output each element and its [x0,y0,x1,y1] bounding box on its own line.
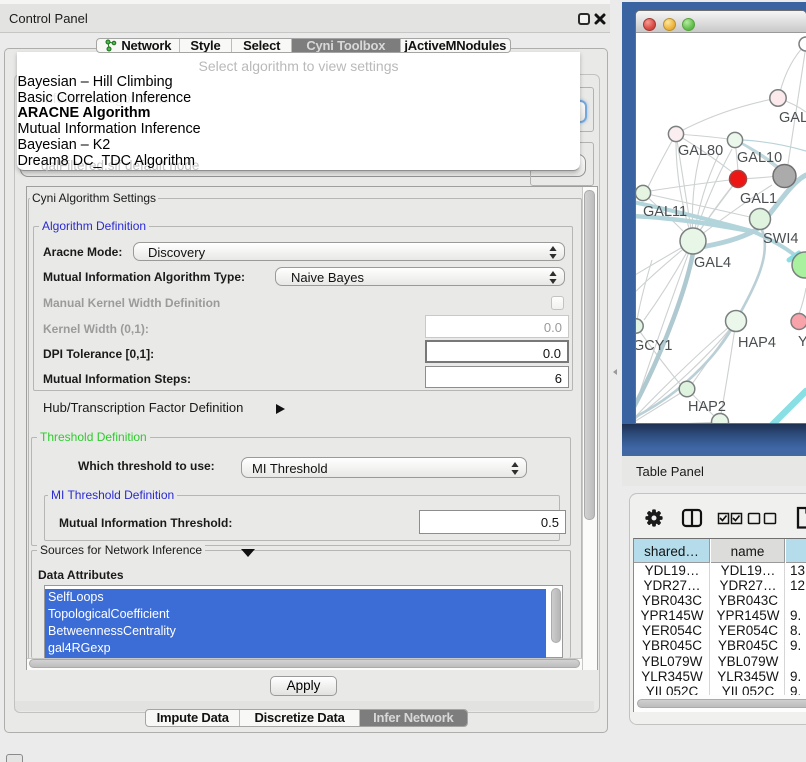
svg-text:HAP4: HAP4 [738,335,776,351]
svg-text:HAP2: HAP2 [688,399,726,415]
svg-text:Y: Y [798,334,806,350]
svg-text:GAL80: GAL80 [678,143,723,159]
svg-text:SWI4: SWI4 [763,231,798,247]
svg-text:GAL11: GAL11 [643,204,687,220]
svg-text:GAL10: GAL10 [737,150,782,166]
svg-text:GCY1: GCY1 [636,338,673,354]
svg-text:GAL4: GAL4 [694,255,731,271]
svg-text:GAL: GAL [779,110,806,126]
svg-text:GAL1: GAL1 [740,191,777,207]
